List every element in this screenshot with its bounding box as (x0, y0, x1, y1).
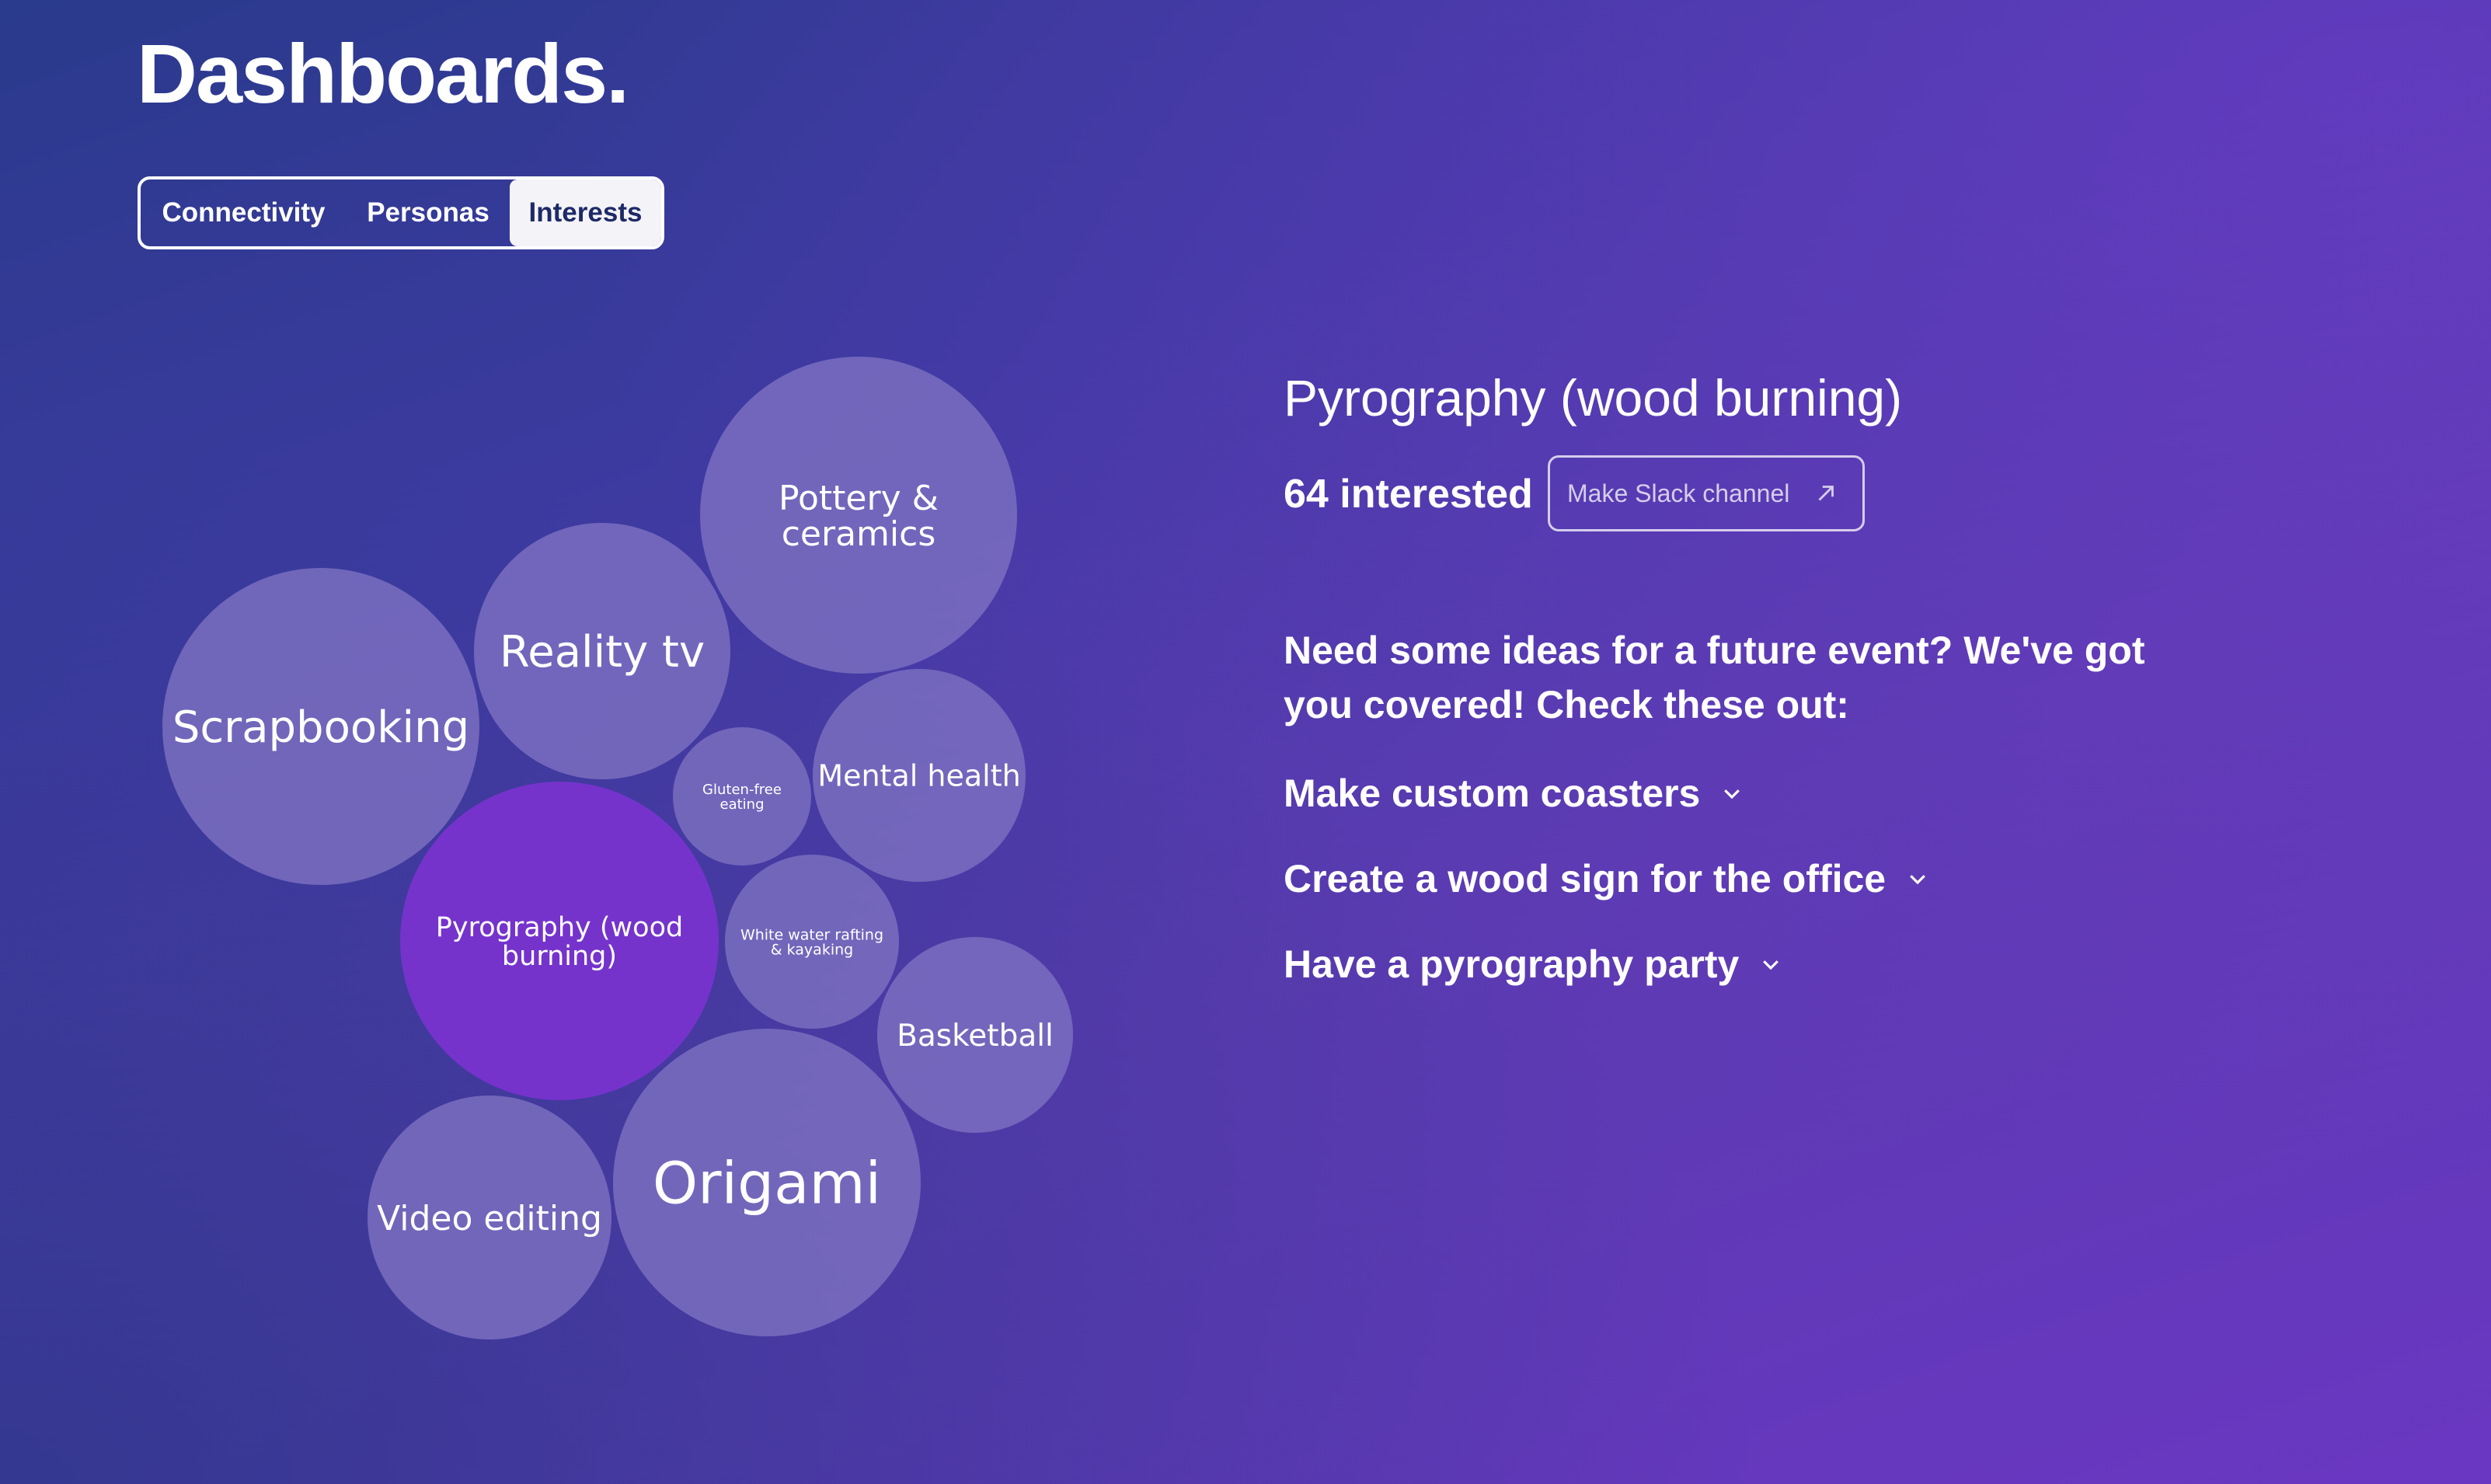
bubble-video-editing[interactable]: Video editing (368, 1096, 611, 1339)
bubble-label: Video editing (377, 1199, 602, 1238)
make-slack-channel-button[interactable]: Make Slack channel (1548, 455, 1865, 531)
bubble-label: Pottery & (779, 479, 939, 518)
bubble-label: Pyrography (wood (436, 912, 683, 943)
bubble-scrapbooking[interactable]: Scrapbooking (162, 568, 479, 885)
bubble-gluten-free-eating[interactable]: Gluten-freeeating (673, 727, 811, 866)
bubble-reality-tv[interactable]: Reality tv (474, 523, 730, 779)
bubble-label: eating (720, 796, 765, 813)
bubble-label: burning) (502, 941, 617, 972)
bubble-label: ceramics (782, 514, 936, 554)
bubble-pyrography-wood-burning[interactable]: Pyrography (woodburning) (400, 782, 719, 1100)
idea-label: Create a wood sign for the office (1284, 857, 1887, 901)
bubble-label: Reality tv (500, 627, 705, 678)
bubble-label: Scrapbooking (172, 702, 469, 753)
idea-label: Have a pyrography party (1284, 942, 1740, 986)
chevron-down-icon (1763, 960, 1779, 970)
make-slack-channel-label: Make Slack channel (1567, 479, 1790, 507)
arrow-up-right-icon (1818, 486, 1834, 501)
bubble-white-water-rafting-kayaking[interactable]: White water rafting& kayaking (725, 855, 899, 1029)
ideas-intro: Need some ideas for a future event? We'v… (1284, 629, 2145, 726)
interested-count: 64 interested (1284, 472, 1533, 517)
bubble-label: Basketball (897, 1019, 1054, 1054)
bubble-basketball[interactable]: Basketball (877, 937, 1073, 1133)
bubble-label: Mental health (817, 759, 1020, 793)
bubble-label: & kayaking (771, 941, 853, 958)
interest-title: Pyrography (wood burning) (1284, 369, 1903, 427)
bubble-mental-health[interactable]: Mental health (813, 669, 1026, 882)
chevron-down-icon (1724, 789, 1740, 799)
bubble-label: Gluten-free (702, 782, 782, 798)
idea-create-wood-sign[interactable]: Create a wood sign for the office (1284, 852, 1929, 906)
idea-make-custom-coasters[interactable]: Make custom coasters (1284, 766, 1744, 820)
interests-bubble-chart: Pottery &ceramicsReality tvScrapbookingG… (162, 357, 1073, 1339)
idea-pyrography-party[interactable]: Have a pyrography party (1284, 937, 1782, 991)
idea-label: Make custom coasters (1284, 772, 1701, 815)
bubble-label: Origami (653, 1151, 881, 1218)
bubble-pottery-ceramics[interactable]: Pottery &ceramics (700, 357, 1017, 674)
bubble-origami[interactable]: Origami (613, 1029, 921, 1336)
chevron-down-icon (1910, 875, 1925, 885)
